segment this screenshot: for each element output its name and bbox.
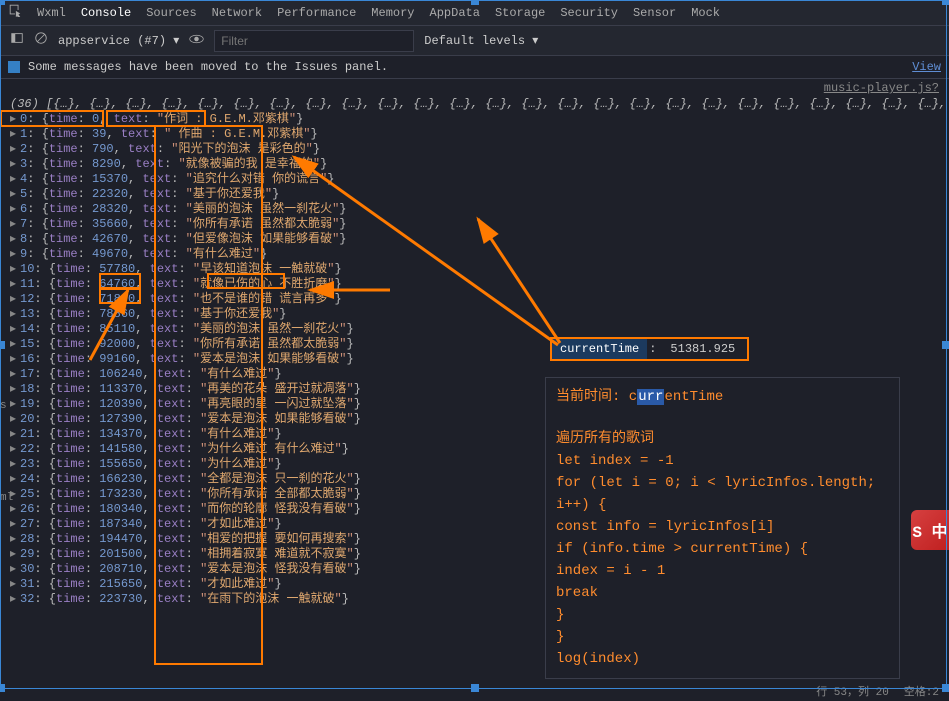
expand-icon: ▸	[10, 172, 20, 187]
expand-icon: ▸	[10, 142, 20, 157]
expand-icon: ▸	[10, 502, 20, 517]
lyric-row[interactable]: ▸2: {time: 790, text: "阳光下的泡沫 是彩色的"}	[10, 142, 939, 157]
expand-icon: ▸	[10, 532, 20, 547]
anno-box-time-9	[99, 273, 141, 289]
expand-icon: ▸	[10, 262, 20, 277]
lyric-row[interactable]: ▸14: {time: 85110, text: "美丽的泡沫 虽然一刹花火"}	[10, 322, 939, 337]
anno-box-text-9	[207, 273, 285, 289]
expand-icon: ▸	[10, 592, 20, 607]
expand-icon: ▸	[10, 127, 20, 142]
issues-msg: Some messages have been moved to the Iss…	[28, 60, 388, 74]
expand-icon: ▸	[10, 367, 20, 382]
tab-performance[interactable]: Performance	[277, 6, 356, 20]
lyric-row[interactable]: ▸3: {time: 8290, text: "就像被骗的我 是幸福的"}	[10, 157, 939, 172]
tab-console[interactable]: Console	[81, 6, 131, 20]
lyric-row[interactable]: ▸12: {time: 71890, text: "也不是谁的错 谎言再多"}	[10, 292, 939, 307]
expand-icon: ▸	[10, 277, 20, 292]
source-file-link[interactable]: music-player.js?	[0, 79, 949, 95]
expand-icon: ▸	[10, 352, 20, 367]
tab-sources[interactable]: Sources	[146, 6, 196, 20]
expand-icon: ▸	[10, 577, 20, 592]
tab-wxml[interactable]: Wxml	[37, 6, 66, 20]
anno-box-1	[0, 110, 104, 127]
create-live-expr-icon[interactable]	[189, 33, 204, 49]
expand-icon: ▸	[10, 337, 20, 352]
tab-mock[interactable]: Mock	[691, 6, 720, 20]
lyric-row[interactable]: ▸9: {time: 49670, text: "有什么难过"}	[10, 247, 939, 262]
issues-info-bar: Some messages have been moved to the Iss…	[0, 56, 949, 79]
expand-icon: ▸	[10, 157, 20, 172]
lyric-row[interactable]: ▸1: {time: 39, text: " 作曲 : G.E.M.邓紫棋"}	[10, 127, 939, 142]
console-subbar: appservice (#7) ▾ Default levels ▾	[0, 26, 949, 56]
expand-icon: ▸	[10, 307, 20, 322]
expand-icon: ▸	[10, 517, 20, 532]
devtools-tab-bar: Wxml Console Sources Network Performance…	[0, 0, 949, 26]
expand-icon: ▸	[10, 547, 20, 562]
lyric-row[interactable]: ▸5: {time: 22320, text: "基于你还爱我"}	[10, 187, 939, 202]
pseudocode-panel: 当前时间: currentTime 遍历所有的歌词 let index = -1…	[545, 377, 900, 679]
tab-security[interactable]: Security	[560, 6, 618, 20]
lyric-row[interactable]: ▸13: {time: 78860, text: "基于你还爱我"}	[10, 307, 939, 322]
tab-sensor[interactable]: Sensor	[633, 6, 676, 20]
anno-box-time-10	[99, 288, 141, 304]
lyric-row[interactable]: ▸6: {time: 28320, text: "美丽的泡沫 虽然一刹花火"}	[10, 202, 939, 217]
info-icon	[8, 61, 20, 73]
lyric-row[interactable]: ▸7: {time: 35660, text: "你所有承诺 虽然都太脆弱"}	[10, 217, 939, 232]
status-bar: 行 53，列 20 空格:2	[806, 681, 949, 701]
lyric-row[interactable]: ▸11: {time: 64760, text: "就像已伤的心 不胜折磨"}	[10, 277, 939, 292]
expand-icon: ▸	[10, 247, 20, 262]
lyric-row[interactable]: ▸4: {time: 15370, text: "追究什么对错 你的谎言"}	[10, 172, 939, 187]
expand-icon: ▸	[10, 562, 20, 577]
expand-icon: ▸	[10, 187, 20, 202]
console-sidebar-icon[interactable]	[10, 31, 24, 50]
ime-badge: S 中	[911, 510, 949, 550]
lyric-row[interactable]: ▸10: {time: 57780, text: "早该知道泡沫 一触就破"}	[10, 262, 939, 277]
tab-network[interactable]: Network	[212, 6, 262, 20]
current-time-value: 51381.925	[658, 339, 747, 359]
context-selector[interactable]: appservice (#7) ▾	[58, 33, 179, 48]
log-level-select[interactable]: Default levels ▾	[424, 33, 538, 48]
tab-memory[interactable]: Memory	[371, 6, 414, 20]
expand-icon: ▸	[10, 202, 20, 217]
expand-icon: ▸	[10, 217, 20, 232]
expand-icon: ▸	[10, 322, 20, 337]
lyric-row[interactable]: ▸16: {time: 99160, text: "爱本是泡沫 如果能够看破"}	[10, 352, 939, 367]
tab-storage[interactable]: Storage	[495, 6, 545, 20]
expand-icon: ▸	[10, 382, 20, 397]
console-filter-input[interactable]	[214, 30, 414, 52]
issues-view-link[interactable]: View	[912, 60, 941, 74]
left-edge: s ml	[0, 400, 18, 504]
anno-box-vertical	[154, 125, 263, 665]
expand-icon: ▸	[10, 232, 20, 247]
lyric-row[interactable]: ▸15: {time: 92000, text: "你所有承诺 虽然都太脆弱"}	[10, 337, 939, 352]
current-time-tooltip: currentTime : 51381.925	[550, 337, 749, 361]
lyric-row[interactable]: ▸8: {time: 42670, text: "但爱像泡沫 如果能够看破"}	[10, 232, 939, 247]
clear-console-icon[interactable]	[34, 31, 48, 50]
expand-icon: ▸	[10, 292, 20, 307]
inspect-icon[interactable]	[8, 3, 22, 22]
tab-appdata[interactable]: AppData	[430, 6, 480, 20]
